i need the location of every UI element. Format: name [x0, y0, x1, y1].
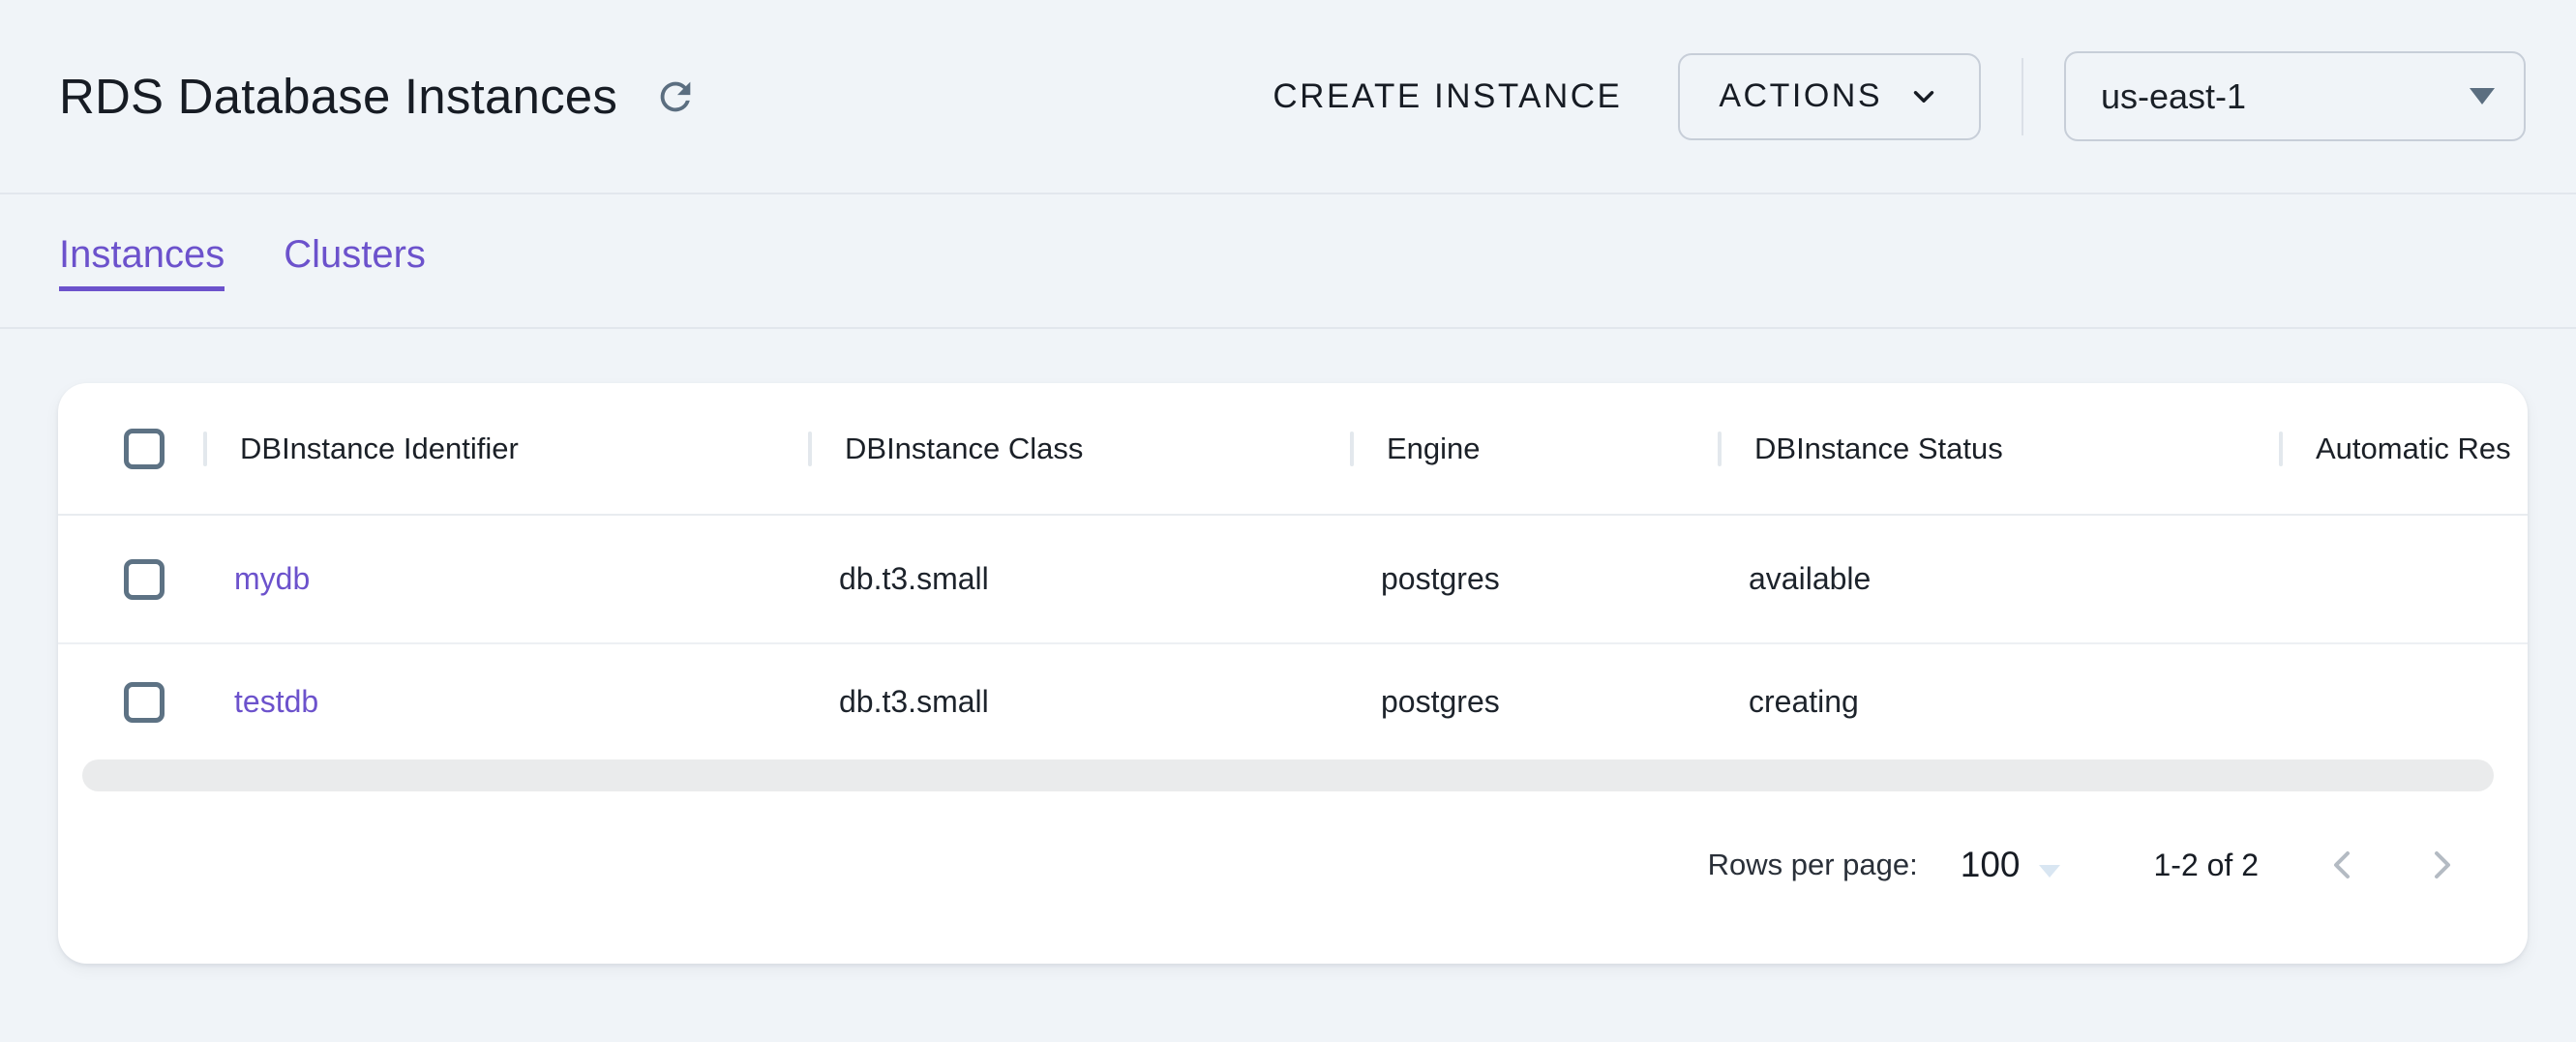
column-separator	[1350, 432, 1354, 466]
column-header-status: DBInstance Status	[1720, 432, 2281, 466]
rows-per-page-label: Rows per page:	[1708, 848, 1918, 882]
instance-status-cell: creating	[1720, 684, 2281, 720]
instance-engine-cell: postgres	[1352, 561, 1720, 597]
column-header-automatic: Automatic Res	[2281, 432, 2528, 466]
table-pagination: Rows per page: 100 1-2 of 2	[58, 791, 2528, 962]
row-select-cell	[58, 559, 205, 600]
instance-identifier-link[interactable]: mydb	[205, 561, 810, 597]
tab-instances[interactable]: Instances	[59, 233, 225, 291]
chevron-right-icon	[2426, 846, 2459, 884]
table-row: testdb db.t3.small postgres creating	[58, 644, 2528, 759]
column-separator	[808, 432, 812, 466]
column-header-class: DBInstance Class	[810, 432, 1352, 466]
horizontal-scrollbar-track	[58, 759, 2528, 791]
title-group: RDS Database Instances	[59, 68, 701, 125]
rows-per-page-select[interactable]: 100	[1961, 845, 2061, 885]
tab-clusters[interactable]: Clusters	[284, 233, 426, 291]
horizontal-scrollbar-thumb[interactable]	[82, 759, 2494, 791]
select-all-checkbox[interactable]	[124, 429, 165, 469]
actions-button-label: ACTIONS	[1719, 77, 1882, 115]
table-header-row: DBInstance Identifier DBInstance Class E…	[58, 383, 2528, 516]
header-divider	[2022, 58, 2023, 135]
next-page-button[interactable]	[2419, 836, 2466, 894]
select-all-cell	[58, 429, 205, 469]
dropdown-arrow-icon	[2470, 88, 2495, 104]
dropdown-arrow-icon	[2039, 865, 2060, 878]
create-instance-button[interactable]: CREATE INSTANCE	[1273, 77, 1622, 116]
region-selector-value: us-east-1	[2101, 76, 2246, 117]
instance-class-cell: db.t3.small	[810, 561, 1352, 597]
header-actions: CREATE INSTANCE ACTIONS us-east-1	[1273, 51, 2526, 141]
instance-status-cell: available	[1720, 561, 2281, 597]
row-select-cell	[58, 682, 205, 723]
column-separator	[2279, 432, 2283, 466]
instances-table-card: DBInstance Identifier DBInstance Class E…	[58, 383, 2528, 964]
column-header-identifier: DBInstance Identifier	[205, 432, 810, 466]
chevron-left-icon	[2325, 846, 2358, 884]
rows-per-page-value: 100	[1961, 845, 2021, 885]
row-checkbox[interactable]	[124, 559, 165, 600]
instance-class-cell: db.t3.small	[810, 684, 1352, 720]
column-header-engine: Engine	[1352, 432, 1720, 466]
refresh-icon	[653, 74, 698, 119]
region-selector[interactable]: us-east-1	[2064, 51, 2526, 141]
refresh-button[interactable]	[650, 72, 701, 122]
column-separator	[203, 432, 207, 466]
pagination-range-label: 1-2 of 2	[2153, 848, 2259, 883]
table-row: mydb db.t3.small postgres available	[58, 516, 2528, 644]
instance-identifier-link[interactable]: testdb	[205, 684, 810, 720]
instance-engine-cell: postgres	[1352, 684, 1720, 720]
page-title: RDS Database Instances	[59, 68, 617, 125]
previous-page-button[interactable]	[2319, 836, 2365, 894]
tab-bar: Instances Clusters	[0, 196, 2576, 329]
rds-console-screen: RDS Database Instances CREATE INSTANCE A…	[0, 0, 2576, 1042]
actions-dropdown-button[interactable]: ACTIONS	[1678, 53, 1981, 140]
chevron-down-icon	[1907, 80, 1940, 113]
row-checkbox[interactable]	[124, 682, 165, 723]
app-header: RDS Database Instances CREATE INSTANCE A…	[0, 0, 2576, 194]
column-separator	[1718, 432, 1722, 466]
